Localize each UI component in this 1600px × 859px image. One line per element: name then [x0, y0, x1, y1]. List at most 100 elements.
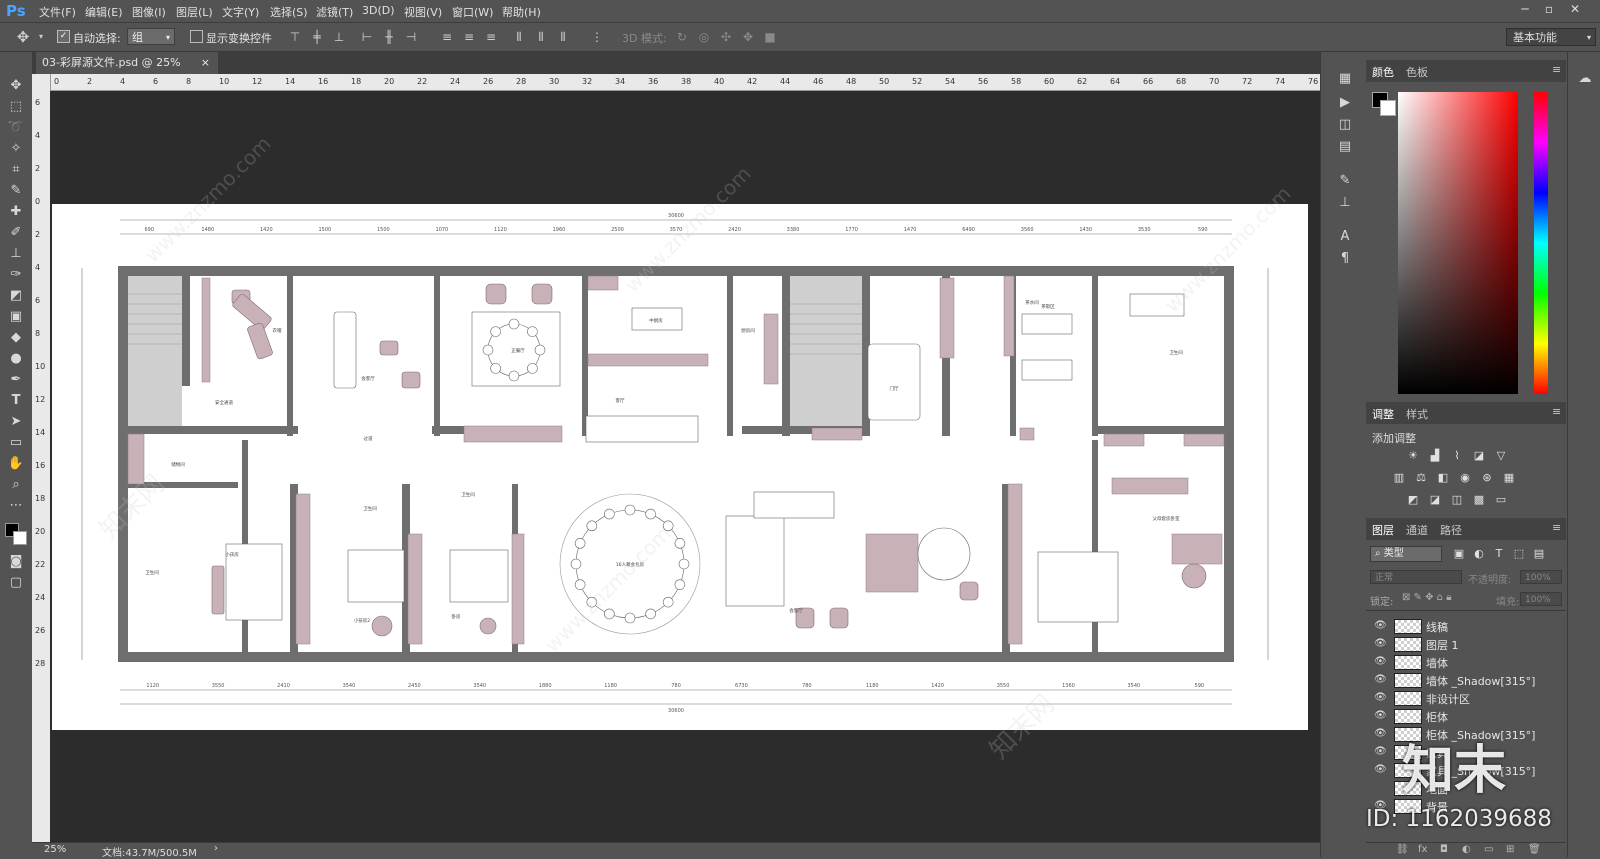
- quick-mask-icon[interactable]: ◙: [6, 553, 26, 571]
- workspace-dropdown[interactable]: 基本功能 ▾: [1506, 28, 1596, 46]
- layer-row[interactable]: 👁︎ 墙体 _Shadow[315°]: [1366, 671, 1554, 689]
- hue-saturation-icon[interactable]: ▥: [1392, 472, 1406, 484]
- move-tool-icon[interactable]: ✥: [6, 77, 26, 95]
- show-transform-checkbox[interactable]: [190, 30, 203, 43]
- fill-input[interactable]: 100%: [1520, 592, 1562, 606]
- creative-cloud-icon[interactable]: ☁: [1575, 70, 1595, 88]
- actions-panel-icon[interactable]: ▶: [1335, 94, 1355, 112]
- tab-styles[interactable]: 样式: [1406, 406, 1428, 422]
- opacity-input[interactable]: 100%: [1520, 570, 1562, 584]
- paragraph-panel-icon[interactable]: ¶: [1335, 250, 1355, 268]
- 3d-roll-icon[interactable]: ◎: [697, 30, 711, 44]
- lock-icons[interactable]: ⊠ ✎ ✥ ⌂ 🔒︎: [1402, 592, 1452, 603]
- filter-adjustment-icon[interactable]: ◐: [1472, 548, 1486, 560]
- 3d-rotate-icon[interactable]: ↻: [675, 30, 689, 44]
- distribute-hcenter-icon[interactable]: ⦀: [534, 30, 548, 44]
- layer-row[interactable]: 👁︎ 线稿: [1366, 617, 1554, 635]
- tab-swatches[interactable]: 色板: [1406, 64, 1428, 80]
- clone-stamp-tool-icon[interactable]: ⊥: [6, 245, 26, 263]
- menu-select[interactable]: 选择(S): [270, 4, 308, 20]
- tab-color[interactable]: 颜色: [1372, 64, 1394, 80]
- color-lookup-icon[interactable]: ▦: [1502, 472, 1516, 484]
- color-picker-field[interactable]: [1398, 92, 1518, 394]
- threshold-icon[interactable]: ◫: [1450, 494, 1464, 506]
- panel-menu-icon[interactable]: ≡: [1552, 405, 1561, 418]
- history-panel-icon[interactable]: ▦: [1335, 70, 1355, 88]
- menu-filter[interactable]: 滤镜(T): [316, 4, 353, 20]
- 3d-scale-icon[interactable]: ■: [763, 30, 777, 44]
- visibility-eye-icon[interactable]: [1374, 782, 1386, 794]
- align-left-icon[interactable]: ⊢: [360, 30, 374, 44]
- more-tools-icon[interactable]: ⋯: [6, 497, 26, 515]
- visibility-eye-icon[interactable]: 👁︎: [1374, 746, 1387, 758]
- filter-shape-icon[interactable]: ⬚: [1512, 548, 1526, 560]
- layer-filter-dropdown[interactable]: ⌕ 类型: [1370, 546, 1442, 562]
- minimize-button[interactable]: ─: [1514, 2, 1536, 18]
- menu-3d[interactable]: 3D(D): [362, 4, 395, 17]
- levels-icon[interactable]: ▟: [1428, 450, 1442, 462]
- menu-file[interactable]: 文件(F): [39, 4, 76, 20]
- layer-name[interactable]: 柜体: [1426, 709, 1448, 725]
- close-button[interactable]: ✕: [1564, 2, 1586, 18]
- tab-paths[interactable]: 路径: [1440, 522, 1462, 538]
- layer-style-icon[interactable]: fx: [1418, 844, 1427, 855]
- align-top-icon[interactable]: ⊤: [288, 30, 302, 44]
- layer-thumbnail[interactable]: [1394, 673, 1422, 688]
- layer-name[interactable]: 墙体 _Shadow[315°]: [1426, 673, 1535, 689]
- layer-row[interactable]: 👁︎ 墙体: [1366, 653, 1554, 671]
- gradient-tool-icon[interactable]: ▣: [6, 308, 26, 326]
- layer-name[interactable]: 墙体: [1426, 655, 1448, 671]
- layer-name[interactable]: 图层 1: [1426, 637, 1459, 653]
- zoom-tool-icon[interactable]: ⌕: [6, 476, 26, 494]
- character-panel-icon[interactable]: A: [1335, 228, 1355, 246]
- screen-mode-icon[interactable]: ▢: [6, 574, 26, 592]
- close-tab-icon[interactable]: ×: [201, 52, 210, 74]
- eraser-tool-icon[interactable]: ◩: [6, 287, 26, 305]
- move-tool-icon[interactable]: ✥: [16, 30, 30, 45]
- visibility-eye-icon[interactable]: 👁︎: [1374, 728, 1387, 740]
- layer-thumbnail[interactable]: [1394, 619, 1422, 634]
- horizontal-ruler[interactable]: 0 2 4 6 8 10 12 14 16 18 20 22 24 26 28 30 32 34 36 38 40 42 4…: [50, 74, 1320, 91]
- visibility-eye-icon[interactable]: 👁︎: [1374, 692, 1387, 704]
- visibility-eye-icon[interactable]: 👁︎: [1374, 656, 1387, 668]
- color-background-swatch[interactable]: [1380, 100, 1396, 116]
- lasso-tool-icon[interactable]: ➰: [6, 119, 26, 137]
- invert-icon[interactable]: ◩: [1406, 494, 1420, 506]
- properties-panel-icon[interactable]: ◫: [1335, 116, 1355, 134]
- distribute-top-icon[interactable]: ≡: [440, 30, 454, 44]
- align-right-icon[interactable]: ⊣: [404, 30, 418, 44]
- menu-image[interactable]: 图像(I): [132, 4, 166, 20]
- distribute-left-icon[interactable]: ⦀: [512, 30, 526, 44]
- menu-window[interactable]: 窗口(W): [452, 4, 493, 20]
- layer-row[interactable]: 👁︎ 图层 1: [1366, 635, 1554, 653]
- layer-thumbnail[interactable]: [1394, 691, 1422, 706]
- rectangle-tool-icon[interactable]: ▭: [6, 434, 26, 452]
- panel-menu-icon[interactable]: ≡: [1552, 63, 1561, 76]
- path-selection-tool-icon[interactable]: ➤: [6, 413, 26, 431]
- curves-icon[interactable]: ⌇: [1450, 450, 1464, 462]
- brightness-contrast-icon[interactable]: ☀: [1406, 450, 1420, 462]
- new-group-icon[interactable]: ▭: [1484, 844, 1493, 855]
- align-bottom-icon[interactable]: ⊥: [332, 30, 346, 44]
- gradient-map-icon[interactable]: ▭: [1494, 494, 1508, 506]
- auto-select-dropdown[interactable]: 组 ▾: [127, 28, 175, 45]
- 3d-drag-icon[interactable]: ✣: [719, 30, 733, 44]
- tab-channels[interactable]: 通道: [1406, 522, 1428, 538]
- new-layer-icon[interactable]: ⊞: [1506, 844, 1514, 855]
- photoshop-logo[interactable]: Ps: [6, 2, 26, 20]
- menu-layer[interactable]: 图层(L): [176, 4, 213, 20]
- hue-slider[interactable]: [1534, 92, 1548, 394]
- pen-tool-icon[interactable]: ✒: [6, 371, 26, 389]
- marquee-tool-icon[interactable]: ⬚: [6, 98, 26, 116]
- color-balance-icon[interactable]: ⚖: [1414, 472, 1428, 484]
- eyedropper-tool-icon[interactable]: ✎: [6, 182, 26, 200]
- auto-align-icon[interactable]: ⋮: [590, 30, 604, 44]
- exposure-icon[interactable]: ◪: [1472, 450, 1486, 462]
- crop-tool-icon[interactable]: ⌗: [6, 161, 26, 179]
- chevron-down-icon[interactable]: ▾: [34, 30, 48, 44]
- blend-mode-dropdown[interactable]: 正常: [1370, 570, 1462, 584]
- layer-row[interactable]: 👁︎ 柜体: [1366, 707, 1554, 725]
- type-tool-icon[interactable]: T: [6, 392, 26, 410]
- visibility-eye-icon[interactable]: 👁︎: [1374, 764, 1387, 776]
- libraries-panel-icon[interactable]: ▤: [1335, 138, 1355, 156]
